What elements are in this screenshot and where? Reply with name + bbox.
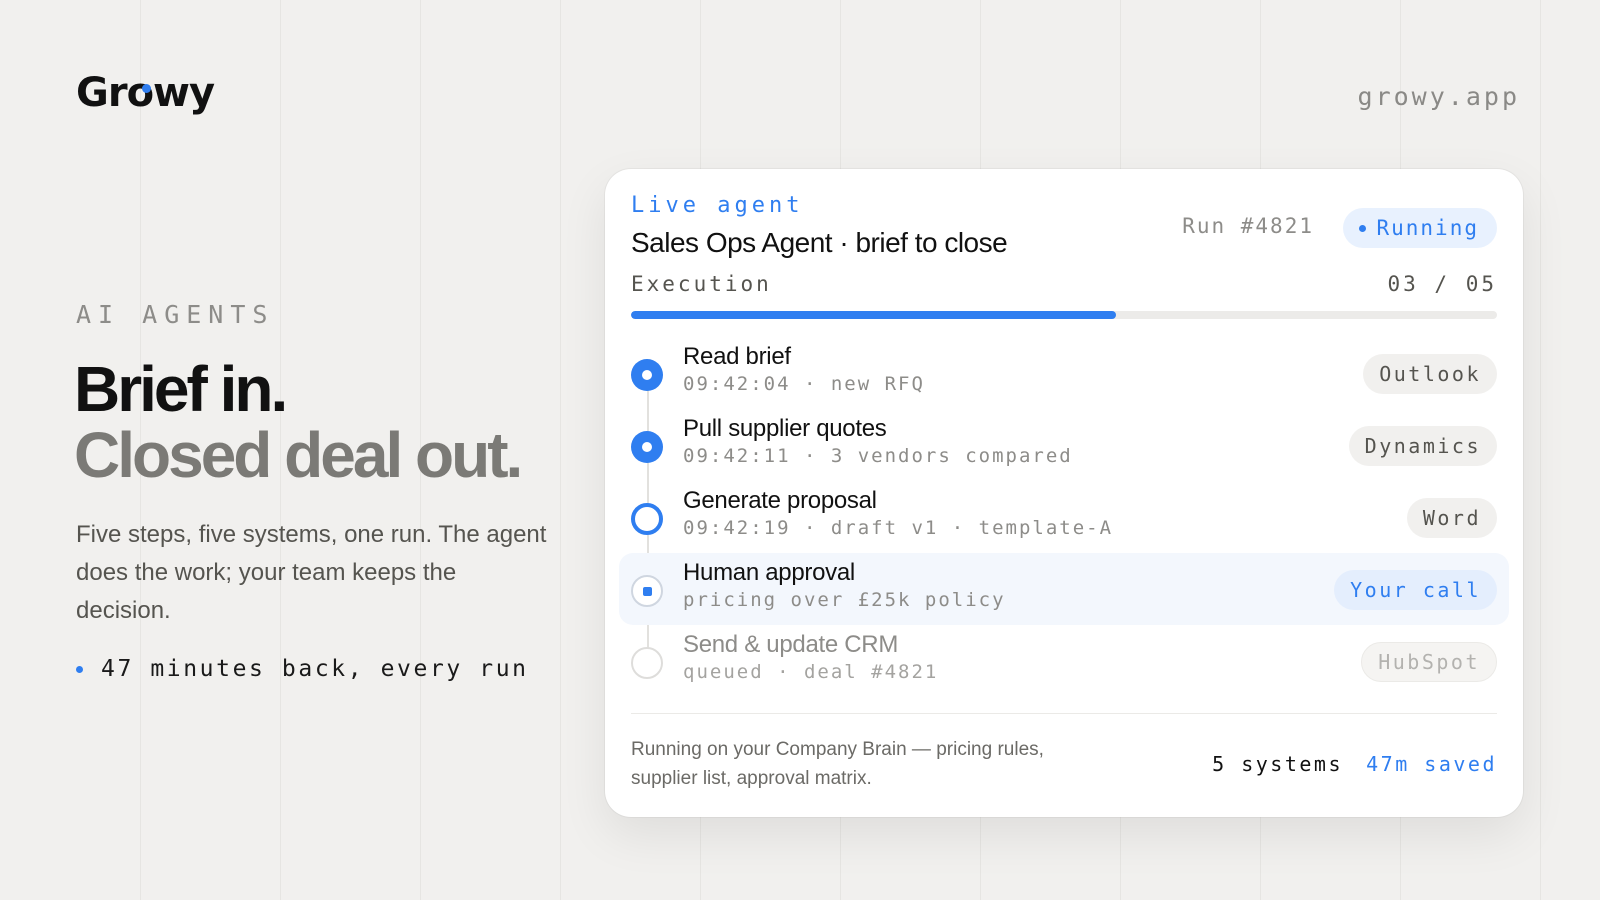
execution-progress-fill (631, 311, 1116, 319)
status-dot-icon (1359, 224, 1367, 232)
step-read-brief[interactable]: Read brief 09:42:04 · new RFQ Outlook (619, 337, 1509, 409)
step-pending-icon (631, 647, 663, 679)
status-text: Running (1376, 216, 1479, 240)
logo-accent-letter: o (126, 70, 155, 116)
headline-line-1: Brief in. (74, 353, 288, 425)
step-send-update-crm[interactable]: Send & update CRM queued · deal #4821 Hu… (619, 625, 1509, 697)
step-meta: 09:42:11 · 3 vendors compared (683, 445, 1073, 467)
step-human-approval[interactable]: Human approval pricing over £25k policy … (619, 553, 1509, 625)
logo-text-end: wy (153, 70, 215, 116)
bullet-dot-icon (76, 665, 83, 673)
step-meta: pricing over £25k policy (683, 589, 1006, 611)
footer-note: Running on your Company Brain — pricing … (631, 739, 1044, 789)
step-generate-proposal[interactable]: Generate proposal 09:42:19 · draft v1 · … (619, 481, 1509, 553)
benefit-text: 47 minutes back, every run (101, 656, 529, 682)
step-title: Generate proposal (683, 487, 877, 514)
step-pull-supplier-quotes[interactable]: Pull supplier quotes 09:42:11 · 3 vendor… (619, 409, 1509, 481)
footer-divider (631, 713, 1497, 714)
hero-lead-text: Five steps, five systems, one run. The a… (76, 521, 547, 624)
systems-count: 5 systems (1212, 752, 1343, 776)
step-meta: 09:42:04 · new RFQ (683, 373, 925, 395)
system-chip-dynamics[interactable]: Dynamics (1348, 426, 1497, 466)
execution-label: Execution (631, 272, 772, 296)
step-done-icon (631, 431, 663, 463)
benefit-bullet: 47 minutes back, every run (76, 656, 529, 682)
execution-progress-bar (631, 311, 1497, 319)
growy-logo[interactable]: Growy (76, 70, 215, 116)
system-chip-word[interactable]: Word (1406, 498, 1497, 538)
step-approval-icon (631, 575, 663, 607)
step-done-icon (631, 359, 663, 391)
card-eyebrow: Live agent (631, 193, 804, 218)
logo-text-start: Gr (76, 70, 128, 116)
agent-title: Sales Ops Agent · brief to close (631, 227, 1008, 258)
your-call-button[interactable]: Your call (1334, 570, 1497, 610)
grid-line (560, 0, 561, 900)
grid-line (1540, 0, 1541, 900)
site-domain[interactable]: growy.app (1358, 82, 1520, 111)
status-badge: Running (1343, 208, 1497, 248)
headline-line-2: Closed deal out. (74, 419, 523, 491)
execution-count: 03 / 05 (1387, 272, 1497, 296)
time-saved: 47m saved (1366, 752, 1497, 776)
step-title: Read brief (683, 343, 791, 370)
step-title: Human approval (683, 559, 855, 586)
system-chip-outlook[interactable]: Outlook (1363, 354, 1497, 394)
step-meta: 09:42:19 · draft v1 · template-A (683, 517, 1114, 539)
step-title: Send & update CRM (683, 631, 899, 658)
system-chip-hubspot[interactable]: HubSpot (1361, 642, 1497, 682)
run-id: Run #4821 (1182, 214, 1314, 238)
step-active-icon (631, 503, 663, 535)
hero-headline: Brief in. Closed deal out. (74, 353, 523, 491)
step-meta: queued · deal #4821 (683, 661, 939, 683)
agent-run-card: Live agent Sales Ops Agent · brief to cl… (605, 169, 1523, 817)
step-title: Pull supplier quotes (683, 415, 887, 442)
section-eyebrow: AI AGENTS (76, 300, 275, 329)
